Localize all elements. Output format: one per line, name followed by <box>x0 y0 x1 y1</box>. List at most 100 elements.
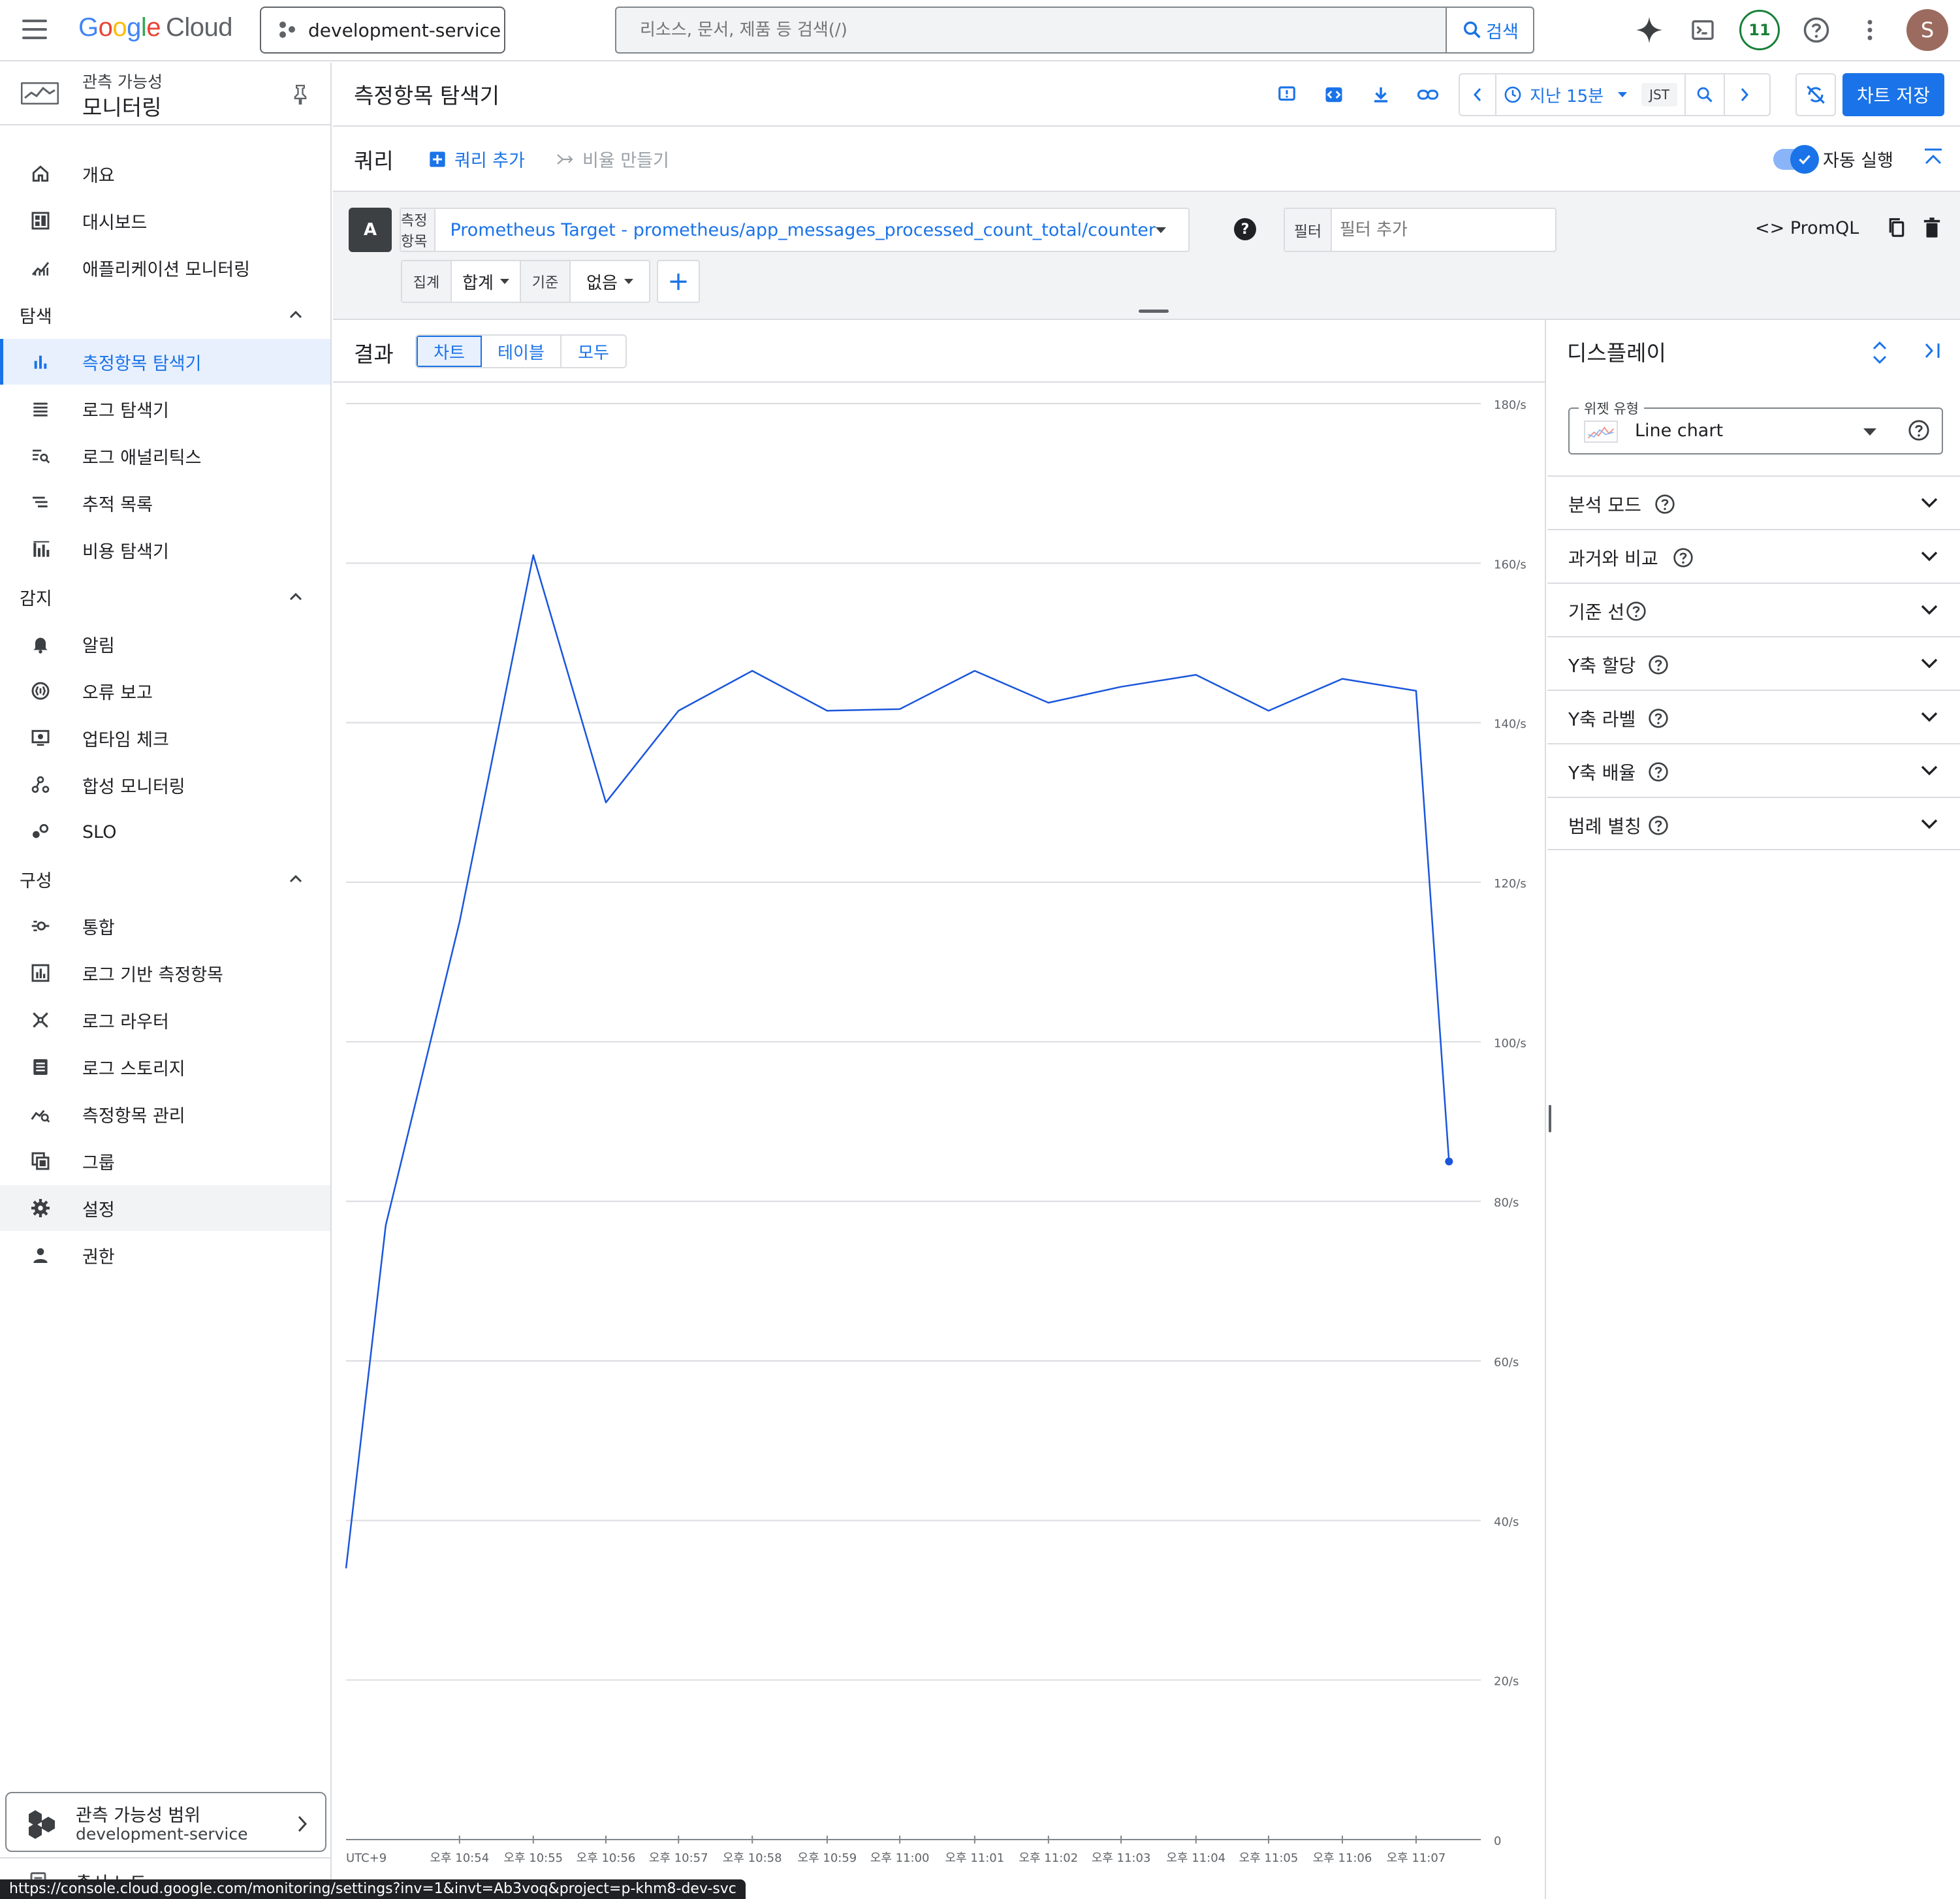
sidebar-item-error-report[interactable]: 오류 보고 <box>0 668 330 714</box>
sidebar-item-bell[interactable]: 알림 <box>0 621 330 667</box>
download-icon[interactable] <box>1367 81 1395 108</box>
pin-icon[interactable] <box>291 84 309 106</box>
more-vert-icon[interactable] <box>1853 13 1887 47</box>
sidebar-item-dashboard[interactable]: 대시보드 <box>0 198 330 244</box>
x-tick-label: 오후 10:54 <box>430 1851 489 1865</box>
resize-handle[interactable] <box>1139 310 1169 313</box>
chevron-up-icon <box>289 592 302 601</box>
sidebar-item-label: 합성 모니터링 <box>82 776 185 797</box>
sidebar-item-bar-chart[interactable]: 측정항목 탐색기 <box>0 339 330 385</box>
link-icon[interactable] <box>1414 81 1442 108</box>
display-accordion[interactable]: Y축 라벨 <box>1547 690 1960 743</box>
sync-off-button[interactable] <box>1795 73 1836 116</box>
tab-table[interactable]: 테이블 <box>482 336 561 367</box>
zoom-icon <box>1697 87 1713 103</box>
sidebar-section-header[interactable]: 탐색 <box>0 295 330 334</box>
add-aggregation-button[interactable]: + <box>657 260 700 303</box>
delete-icon[interactable] <box>1922 217 1942 239</box>
google-cloud-logo[interactable]: Google Cloud <box>78 13 233 42</box>
widget-type-select[interactable]: 위젯 유형 Line chart <box>1568 398 1943 455</box>
group-by-select[interactable]: 없음 <box>571 261 649 302</box>
project-picker[interactable]: development-service <box>260 7 505 54</box>
sidebar-item-uptime[interactable]: 업타임 체크 <box>0 715 330 761</box>
main-menu-icon[interactable] <box>22 20 47 39</box>
collapse-panel-icon[interactable] <box>1921 340 1943 362</box>
aggregation-select[interactable]: 합계 <box>452 261 521 302</box>
help-icon[interactable] <box>1648 815 1669 836</box>
sidebar-item-home[interactable]: 개요 <box>0 151 330 197</box>
help-icon[interactable] <box>1648 761 1669 782</box>
search-button[interactable]: 검색 <box>1446 8 1533 52</box>
sidebar-item-slo[interactable]: SLO <box>0 809 330 855</box>
promql-button[interactable]: <> PromQL <box>1755 218 1859 238</box>
accordion-label: Y축 라벨 <box>1568 709 1636 730</box>
sidebar-item-storage[interactable]: 로그 스토리지 <box>0 1044 330 1090</box>
tab-chart[interactable]: 차트 <box>417 336 482 367</box>
auto-run-toggle[interactable]: 자동 실행 <box>1773 144 1893 174</box>
help-icon[interactable] <box>1648 708 1669 729</box>
y-tick-label: 180/s <box>1494 398 1526 412</box>
sidebar-item-synthetic[interactable]: 합성 모니터링 <box>0 762 330 808</box>
sidebar-item-list[interactable]: 로그 탐색기 <box>0 386 330 432</box>
save-chart-button[interactable]: 차트 저장 <box>1842 73 1944 116</box>
filter-input[interactable] <box>1332 209 1555 251</box>
add-query-button[interactable]: 쿼리 추가 <box>428 146 525 172</box>
sidebar-item-metric-manage[interactable]: 측정항목 관리 <box>0 1091 330 1137</box>
gemini-sparkle-icon[interactable] <box>1632 13 1666 47</box>
metric-help-icon[interactable]: ? <box>1234 218 1256 240</box>
product-header: 관측 가능성 모니터링 <box>0 63 330 125</box>
display-accordion[interactable]: 과거와 비교 <box>1547 529 1960 582</box>
line-chart[interactable]: 0 20/s 40/s 60/s 80/s 100/s 120/s 140/s 160/s 180… <box>333 384 1545 1899</box>
sidebar-item-person[interactable]: 권한 <box>0 1232 330 1278</box>
time-range-label: 지난 15분 <box>1530 86 1604 106</box>
zoom-button[interactable] <box>1686 74 1725 115</box>
display-accordion[interactable]: Y축 할당 <box>1547 636 1960 690</box>
sidebar-item-integration[interactable]: 통합 <box>0 903 330 949</box>
tab-both[interactable]: 모두 <box>561 336 625 367</box>
make-ratio-button[interactable]: 비율 만들기 <box>556 146 669 172</box>
sidebar-section-header[interactable]: 구성 <box>0 859 330 899</box>
time-back-button[interactable] <box>1460 74 1496 115</box>
unfold-icon[interactable] <box>1869 338 1891 367</box>
sidebar-item-router[interactable]: 로그 라우터 <box>0 997 330 1043</box>
display-accordion[interactable]: 기준 선 <box>1547 582 1960 636</box>
display-accordion[interactable]: Y축 배율 <box>1547 743 1960 797</box>
help-icon[interactable] <box>1654 494 1675 515</box>
feedback-icon[interactable] <box>1273 81 1301 108</box>
x-tick-label: 오후 10:56 <box>577 1851 636 1865</box>
collapse-icon[interactable] <box>1922 146 1944 168</box>
sidebar-section-header[interactable]: 감지 <box>0 577 330 616</box>
help-icon[interactable] <box>1799 13 1833 47</box>
cloud-shell-icon[interactable] <box>1686 13 1720 47</box>
metric-selector[interactable]: 측정항목 Prometheus Target - prometheus/app_… <box>400 208 1190 252</box>
integration-icon <box>27 913 54 939</box>
filter-label: 필터 <box>1285 209 1332 251</box>
sidebar-item-log-analytics[interactable]: 로그 애널리틱스 <box>0 433 330 479</box>
sidebar-item-app-monitoring[interactable]: 애플리케이션 모니터링 <box>0 245 330 291</box>
display-accordion[interactable]: 분석 모드 <box>1547 475 1960 529</box>
panel-resize-handle[interactable] <box>1549 1105 1551 1132</box>
sidebar-item-cost[interactable]: 비용 탐색기 <box>0 527 330 573</box>
sidebar-item-gear[interactable]: 설정 <box>0 1185 330 1231</box>
help-icon[interactable] <box>1908 419 1930 441</box>
help-icon[interactable] <box>1626 601 1647 622</box>
observability-scope-card[interactable]: 관측 가능성 범위 development-service <box>5 1792 326 1852</box>
account-avatar[interactable]: S <box>1906 9 1948 51</box>
time-range-selector[interactable]: 지난 15분 JST <box>1496 74 1686 115</box>
help-icon[interactable] <box>1673 547 1694 568</box>
notifications-badge[interactable]: 11 <box>1739 10 1780 50</box>
sidebar-item-group[interactable]: 그룹 <box>0 1138 330 1184</box>
y-tick-label: 160/s <box>1494 558 1526 571</box>
sidebar-item-trace[interactable]: 추적 목록 <box>0 480 330 526</box>
chevron-left-icon <box>1473 88 1481 101</box>
embed-code-icon[interactable] <box>1320 81 1348 108</box>
sidebar-item-label: 오류 보고 <box>82 682 153 703</box>
x-tick-label: 오후 11:07 <box>1387 1851 1446 1865</box>
time-forward-button[interactable] <box>1725 74 1764 115</box>
display-accordion[interactable]: 범례 별칭 <box>1547 797 1960 850</box>
copy-icon[interactable] <box>1887 217 1906 239</box>
sidebar-item-log-metric[interactable]: 로그 기반 측정항목 <box>0 950 330 996</box>
help-icon[interactable] <box>1648 654 1669 675</box>
search-input[interactable] <box>616 8 1446 52</box>
sidebar: 관측 가능성 모니터링 개요 대시보드 애플리케이션 모니터링 탐색 측정항목 탐색기 로… <box>0 63 332 1899</box>
